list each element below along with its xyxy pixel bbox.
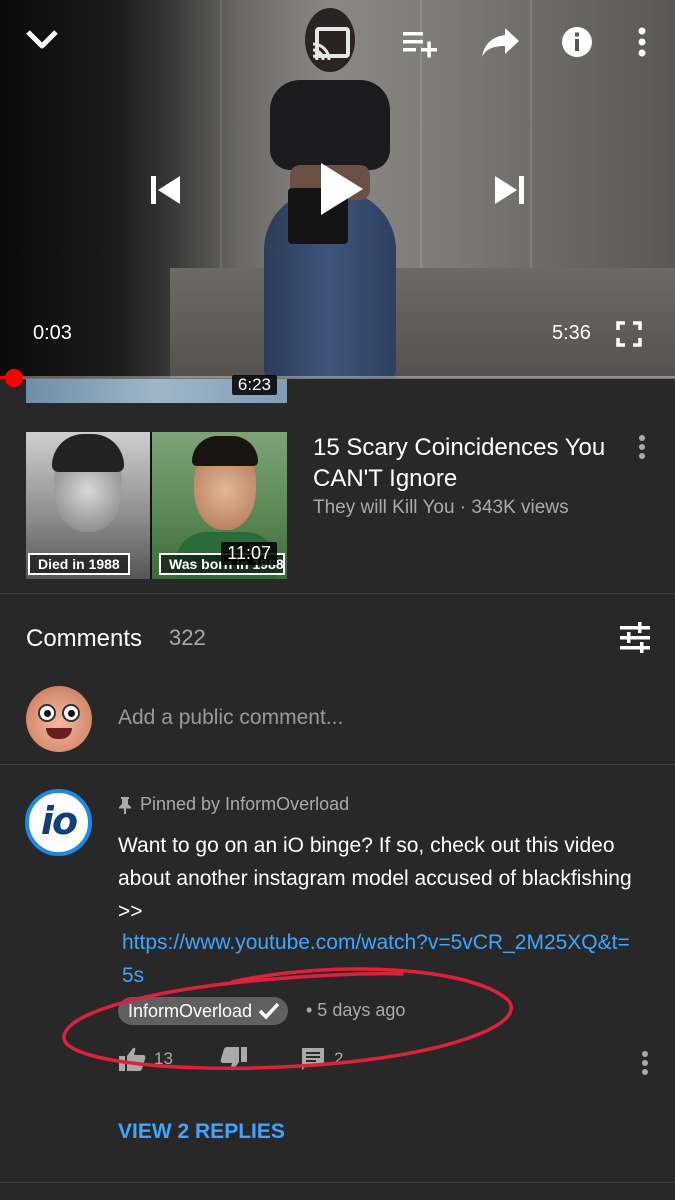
sort-comments-icon[interactable] [618,622,654,656]
add-to-queue-icon[interactable] [400,26,440,60]
author-badge[interactable]: InformOverload [118,997,289,1025]
next-icon[interactable] [488,168,532,212]
like-count: 13 [154,1049,173,1068]
fullscreen-icon[interactable] [614,320,644,348]
video-meta: They will Kill You · 343K views [313,497,569,518]
video-thumbnail[interactable]: Died in 1988 Was born in 1988 11:07 [26,432,287,579]
reply-count: 2 [334,1049,344,1068]
related-video-item[interactable]: Died in 1988 Was born in 1988 11:07 15 S… [0,428,675,592]
dislike-button[interactable] [220,1046,256,1072]
add-comment-input[interactable]: Add a public comment... [118,706,343,730]
previous-icon[interactable] [143,168,187,212]
wall-panel-seam [220,0,222,300]
reply-button[interactable]: 2 [300,1046,343,1072]
thumbnail-caption-left: Died in 1988 [28,553,130,575]
cast-icon[interactable] [308,24,352,62]
thumbs-up-icon [119,1047,146,1071]
comments-title: Comments [26,625,143,652]
play-icon[interactable] [312,156,372,222]
comment-timestamp: • 5 days ago [306,1000,406,1020]
more-vert-icon[interactable] [633,1049,657,1079]
divider [0,1182,675,1183]
pin-icon [119,796,131,814]
video-player[interactable]: 0:03 5:36 [0,0,675,378]
thumbs-down-icon [220,1047,247,1071]
comment-text: Want to go on an iO binge? If so, check … [118,834,632,923]
channel-avatar-logo-text: io [40,799,78,843]
wall-panel-seam [530,0,532,300]
info-icon[interactable] [560,24,594,60]
channel-avatar[interactable]: io [25,789,92,856]
view-replies-button[interactable]: VIEW 2 REPLIES [118,1120,285,1144]
more-vert-icon[interactable] [628,24,656,60]
comment-icon [302,1048,324,1070]
comments-count: 322 [169,625,206,650]
video-title[interactable]: 15 Scary Coincidences You CAN'T Ignore [313,432,613,494]
previous-video-thumbnail[interactable]: 6:23 [26,375,287,403]
pinned-label-text: Pinned by InformOverload [140,794,350,814]
more-vert-icon[interactable] [630,432,654,464]
video-duration: 6:23 [231,375,277,395]
user-avatar [26,686,92,752]
chevron-down-icon[interactable] [22,22,62,58]
like-button[interactable]: 13 [118,1046,173,1072]
pinned-label: Pinned by InformOverload [118,794,349,815]
comment-link[interactable]: https://www.youtube.com/watch?v=5vCR_2M2… [118,926,638,992]
verified-check-icon [258,1002,280,1020]
video-floor [170,268,675,378]
video-duration: 11:07 [221,542,277,565]
duration-time: 5:36 [552,322,591,344]
divider [0,593,675,594]
author-name: InformOverload [128,1000,253,1021]
share-icon[interactable] [480,24,522,60]
progress-scrubber[interactable] [5,369,23,387]
divider [0,764,675,765]
current-time: 0:03 [33,322,72,344]
